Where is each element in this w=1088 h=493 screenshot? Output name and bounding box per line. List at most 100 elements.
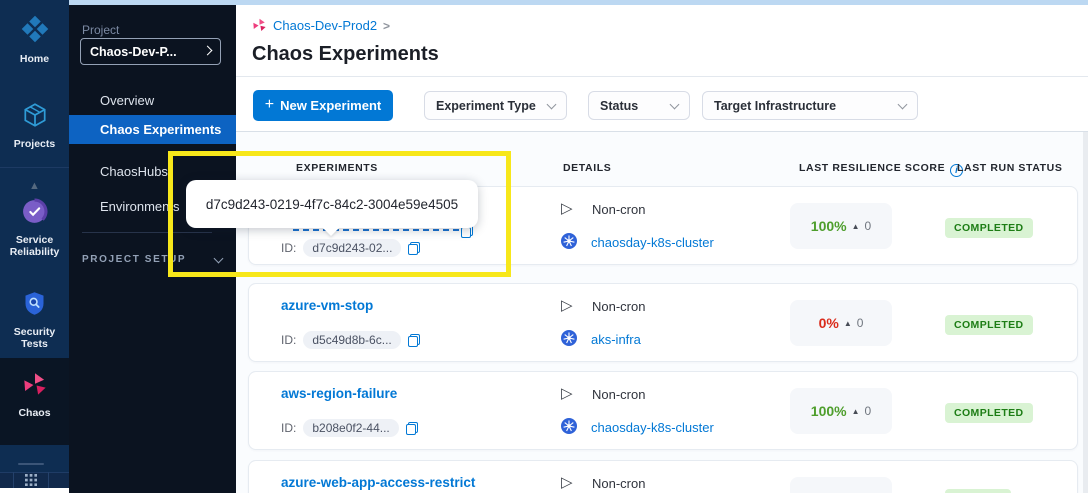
filter-experiment-type[interactable]: Experiment Type [424,91,567,120]
filter-target-infrastructure[interactable]: Target Infrastructure [702,91,918,120]
vertical-scrollbar[interactable] [1083,132,1088,493]
module-item-security-tests[interactable]: Security Tests [0,290,69,350]
hovered-name-underline [293,229,469,231]
module-nav: Home Projects ▲ Service Reliability Secu… [0,0,69,488]
experiment-row[interactable]: azure-web-app-access-restrict ▷ Non-cron [248,460,1078,493]
project-selector[interactable]: Chaos-Dev-P... [80,38,221,65]
project-selector-value: Chaos-Dev-P... [90,45,204,59]
chevron-down-icon [898,99,908,109]
breadcrumb-separator: > [383,19,390,33]
filter-label: Status [600,99,638,113]
schedule-type: Non-cron [592,202,645,217]
filter-status[interactable]: Status [588,91,690,120]
grid-icon [25,474,37,486]
status-badge: COMPLETED [945,315,1033,335]
module-item-projects[interactable]: Projects [0,101,69,150]
score-delta: 0 [857,316,864,330]
resilience-score-box: 0% ▲ 0 [790,300,892,346]
delta-up-icon: ▲ [852,222,860,231]
experiment-row[interactable]: aws-region-failure ID: b208e0f2-44... ▷ … [248,371,1078,450]
module-item-home[interactable]: Home [0,14,69,65]
kubernetes-icon [561,418,577,439]
new-experiment-button[interactable]: + New Experiment [253,90,393,121]
scroll-up-arrow[interactable]: ▲ [0,180,69,192]
infrastructure-link[interactable]: chaosday-k8s-cluster [591,235,714,250]
breadcrumb: Chaos-Dev-Prod2 > [252,18,390,33]
project-setup-label: PROJECT SETUP [82,254,186,265]
copy-icon[interactable] [406,422,418,435]
id-label: ID: [281,241,296,255]
kubernetes-icon [561,330,577,351]
play-icon: ▷ [561,384,573,402]
sidebar-divider [82,232,212,233]
experiment-name-link[interactable]: azure-vm-stop [281,298,373,313]
experiment-id-pill[interactable]: d7c9d243-02... [303,239,401,257]
plus-icon: + [265,96,274,114]
play-icon: ▷ [561,199,573,217]
module-label: Chaos [0,407,69,419]
chevron-down-icon [670,99,680,109]
score-delta: 0 [865,219,872,233]
header-divider [236,76,1088,77]
status-badge: COMPLETED [945,403,1033,423]
delta-up-icon: ▲ [852,407,860,416]
sidebar-item-chaos-experiments[interactable]: Chaos Experiments [69,115,236,144]
chevron-down-icon [547,99,557,109]
schedule-type: Non-cron [592,299,645,314]
module-nav-divider [0,167,69,168]
project-section-label: Project [82,23,119,37]
experiment-id-pill[interactable]: b208e0f2-44... [303,419,398,437]
copy-icon[interactable] [408,334,420,347]
chevron-right-icon [203,45,213,55]
projects-icon [21,101,49,129]
experiment-name-link[interactable]: aws-region-failure [281,386,397,401]
resilience-score-box: 100% ▲ 0 [790,388,892,434]
filter-label: Experiment Type [436,99,536,113]
new-experiment-label: New Experiment [280,98,381,113]
chaos-icon [22,372,48,398]
breadcrumb-project-link[interactable]: Chaos-Dev-Prod2 [273,18,377,33]
column-header-details: DETAILS [563,162,611,174]
page-title: Chaos Experiments [252,43,439,66]
experiment-id-pill[interactable]: d5c49d8b-6c... [303,331,400,349]
id-tooltip: d7c9d243-0219-4f7c-84c2-3004e59e4505 [186,180,478,228]
column-header-resilience-score: LAST RESILIENCE SCOREi [799,162,963,177]
module-grid-button[interactable] [13,472,49,488]
score-value: 100% [811,218,847,234]
copy-icon[interactable] [408,242,420,255]
main-content: Chaos-Dev-Prod2 > Chaos Experiments + Ne… [236,5,1088,493]
status-badge: COMPLETED [945,218,1033,238]
delta-up-icon: ▲ [844,319,852,328]
sidebar-item-overview[interactable]: Overview [69,86,236,115]
kubernetes-icon [561,233,577,254]
experiment-id-row: ID: d7c9d243-02... [281,239,420,257]
score-value: 0% [819,315,839,331]
experiment-name-link[interactable]: azure-web-app-access-restrict [281,475,475,490]
experiment-id-row: ID: d5c49d8b-6c... [281,331,420,349]
module-item-service-reliability[interactable]: Service Reliability [0,198,69,258]
resilience-score-box: 100% ▲ 0 [790,203,892,249]
module-label: Home [0,53,69,65]
project-setup-toggle[interactable]: PROJECT SETUP [82,254,222,265]
security-tests-icon [21,290,48,317]
play-icon: ▷ [561,473,573,491]
schedule-type: Non-cron [592,387,645,402]
score-delta: 0 [865,404,872,418]
infrastructure-link[interactable]: chaosday-k8s-cluster [591,420,714,435]
column-header-experiments: EXPERIMENTS [296,162,378,174]
infrastructure-link[interactable]: aks-infra [591,332,641,347]
schedule-type: Non-cron [592,476,645,491]
experiment-row[interactable]: azure-vm-stop ID: d5c49d8b-6c... ▷ Non-c… [248,283,1078,362]
tooltip-arrow [322,227,340,236]
experiment-id-row: ID: b208e0f2-44... [281,419,418,437]
score-value: 100% [811,403,847,419]
filter-label: Target Infrastructure [714,99,836,113]
home-icon [20,14,50,44]
resilience-score-box [790,477,892,493]
module-item-chaos[interactable]: Chaos [0,372,69,419]
module-label: Reliability [0,246,69,258]
module-label: Service [0,234,69,246]
play-icon: ▷ [561,296,573,314]
app-window: Home Projects ▲ Service Reliability Secu… [0,0,1088,493]
chevron-down-icon [214,253,224,263]
